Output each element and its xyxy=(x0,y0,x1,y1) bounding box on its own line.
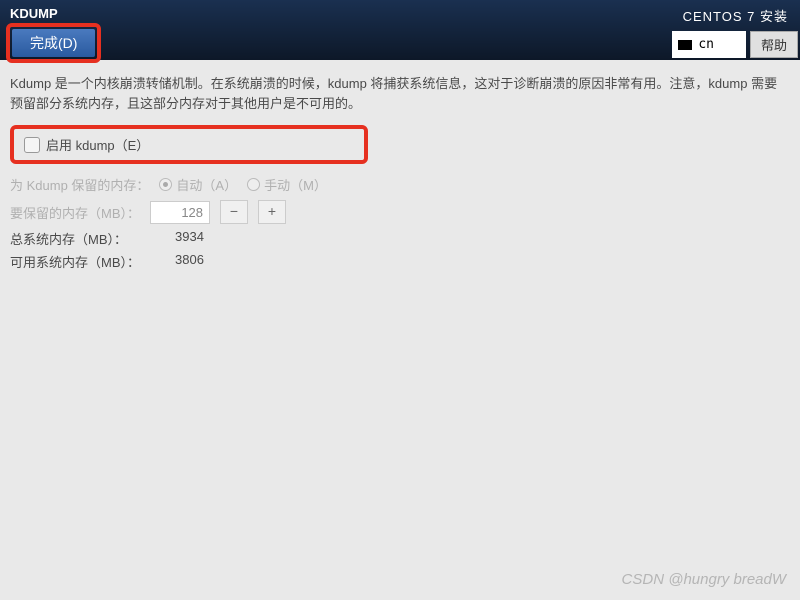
memory-amount-row: 要保留的内存（MB）： − + xyxy=(10,197,790,227)
total-memory-row: 总系统内存（MB）： 3934 xyxy=(10,227,790,250)
radio-auto-label: 自动（A） xyxy=(176,175,237,194)
keyboard-icon xyxy=(678,40,692,50)
radio-manual-input xyxy=(247,178,260,191)
enable-kdump-label: 启用 kdump（E） xyxy=(46,135,149,154)
enable-kdump-row[interactable]: 启用 kdump（E） xyxy=(24,135,354,154)
header-controls: cn 帮助 xyxy=(672,31,798,58)
help-button[interactable]: 帮助 xyxy=(750,31,798,58)
total-memory-label: 总系统内存（MB）： xyxy=(10,229,175,248)
header-bar: KDUMP 完成(D) CENTOS 7 安装 cn 帮助 xyxy=(0,0,800,60)
reserved-memory-row: 为 Kdump 保留的内存： 自动（A） 手动（M） xyxy=(10,172,790,197)
radio-manual-label: 手动（M） xyxy=(264,175,327,194)
done-button[interactable]: 完成(D) xyxy=(12,29,95,57)
available-memory-label: 可用系统内存（MB）： xyxy=(10,252,175,271)
kdump-description: Kdump 是一个内核崩溃转储机制。在系统崩溃的时候，kdump 将捕获系统信息… xyxy=(10,74,790,113)
memory-amount-input xyxy=(150,201,210,224)
language-selector[interactable]: cn xyxy=(672,31,746,58)
available-memory-value: 3806 xyxy=(175,252,204,271)
memory-amount-label: 要保留的内存（MB）： xyxy=(10,203,140,222)
available-memory-row: 可用系统内存（MB）： 3806 xyxy=(10,250,790,273)
content-area: Kdump 是一个内核崩溃转储机制。在系统崩溃的时候，kdump 将捕获系统信息… xyxy=(0,60,800,287)
enable-kdump-checkbox[interactable] xyxy=(24,137,40,153)
memory-increase-button: + xyxy=(258,200,286,224)
page-title: KDUMP xyxy=(0,4,107,23)
enable-checkbox-highlight: 启用 kdump（E） xyxy=(10,125,368,164)
total-memory-value: 3934 xyxy=(175,229,204,248)
radio-manual: 手动（M） xyxy=(247,175,327,194)
radio-auto: 自动（A） xyxy=(159,175,237,194)
reserved-memory-label: 为 Kdump 保留的内存： xyxy=(10,175,149,194)
installer-title: CENTOS 7 安装 xyxy=(673,4,798,27)
language-code: cn xyxy=(698,37,714,52)
header-left: KDUMP 完成(D) xyxy=(0,4,107,60)
radio-auto-input xyxy=(159,178,172,191)
header-right: CENTOS 7 安装 cn 帮助 xyxy=(672,4,800,60)
watermark: CSDN @hungry breadW xyxy=(622,571,786,588)
memory-decrease-button: − xyxy=(220,200,248,224)
done-button-highlight: 完成(D) xyxy=(6,23,101,63)
